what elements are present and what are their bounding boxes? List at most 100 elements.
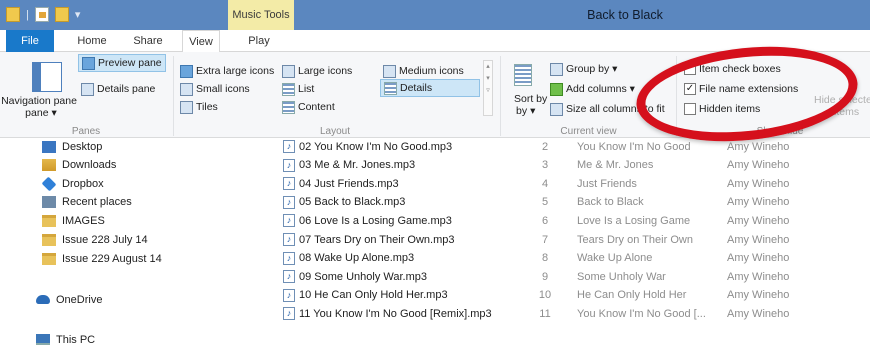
group-by-button[interactable]: Group by ▾ bbox=[550, 60, 617, 78]
file-name: 02 You Know I'm No Good.mp3 bbox=[299, 140, 453, 153]
properties-icon[interactable] bbox=[34, 7, 49, 22]
tiles-label: Tiles bbox=[196, 101, 218, 113]
navigation-pane-dropdown[interactable]: pane ▾ bbox=[6, 106, 76, 120]
tiles-option[interactable]: Tiles bbox=[180, 98, 218, 116]
add-columns-button[interactable]: Add columns ▾ bbox=[550, 80, 635, 98]
add-columns-label: Add columns ▾ bbox=[566, 83, 635, 95]
content-option[interactable]: Content bbox=[282, 98, 335, 116]
file-name-cell: ♪ 05 Back to Black.mp3 bbox=[283, 195, 405, 209]
hide-selected-items-button[interactable]: Hide selected bbox=[814, 94, 870, 106]
table-row[interactable]: ♪ 08 Wake Up Alone.mp3 8 Wake Up Alone Am… bbox=[270, 250, 870, 267]
track-number: 11 bbox=[539, 307, 551, 320]
layout-gallery-scroll[interactable]: ▴ ▾ ▿ bbox=[483, 60, 493, 116]
nav-item-recent-places[interactable]: Recent places bbox=[42, 193, 132, 210]
table-row[interactable]: ♪ 03 Me & Mr. Jones.mp3 3 Me & Mr. Jones … bbox=[270, 157, 870, 174]
nav-item-issue-228[interactable]: Issue 228 July 14 bbox=[42, 231, 148, 248]
file-name: 04 Just Friends.mp3 bbox=[299, 177, 399, 190]
large-icons-option[interactable]: Large icons bbox=[282, 62, 352, 80]
track-number: 4 bbox=[541, 177, 549, 190]
small-icons-label: Small icons bbox=[196, 83, 250, 95]
dropbox-icon bbox=[41, 176, 57, 191]
tab-view[interactable]: View bbox=[182, 30, 220, 53]
nav-item-onedrive[interactable]: OneDrive bbox=[36, 291, 102, 308]
details-view-option[interactable]: Details bbox=[380, 79, 480, 97]
separator: | bbox=[26, 8, 29, 21]
hidden-items-label: Hidden items bbox=[699, 103, 761, 115]
track-title: Me & Mr. Jones bbox=[577, 159, 654, 172]
table-row[interactable]: ♪ 06 Love Is a Losing Game.mp3 6 Love Is … bbox=[270, 212, 870, 229]
medium-icons-option[interactable]: Medium icons bbox=[383, 62, 464, 80]
item-check-boxes-checkbox[interactable] bbox=[684, 63, 696, 75]
item-check-boxes-label: Item check boxes bbox=[699, 63, 781, 75]
music-file-icon: ♪ bbox=[283, 177, 295, 191]
nav-item-label: OneDrive bbox=[56, 293, 103, 306]
file-name: 09 Some Unholy War.mp3 bbox=[299, 270, 427, 283]
track-title: Tears Dry on Their Own bbox=[577, 233, 693, 246]
content-label: Content bbox=[298, 101, 335, 113]
new-folder-icon[interactable] bbox=[54, 7, 69, 22]
window-title: Back to Black bbox=[587, 8, 663, 22]
navigation-pane-label: pane bbox=[25, 107, 49, 119]
tab-play[interactable]: Play bbox=[234, 30, 284, 52]
small-icons-option[interactable]: Small icons bbox=[180, 80, 250, 98]
tab-share[interactable]: Share bbox=[126, 30, 170, 52]
size-all-columns-button[interactable]: Size all columns to fit bbox=[550, 100, 665, 118]
extra-large-icons-option[interactable]: Extra large icons bbox=[180, 62, 274, 80]
track-number: 7 bbox=[541, 233, 549, 246]
track-title: Back to Black bbox=[577, 196, 644, 209]
nav-item-images[interactable]: IMAGES bbox=[42, 212, 105, 229]
divider bbox=[500, 56, 501, 136]
sort-by-dropdown[interactable]: by ▾ bbox=[516, 104, 535, 118]
table-row[interactable]: ♪ 05 Back to Black.mp3 5 Back to Black Am… bbox=[270, 194, 870, 211]
track-title: Wake Up Alone bbox=[577, 252, 653, 265]
divider bbox=[173, 56, 174, 136]
nav-item-desktop[interactable]: Desktop bbox=[42, 138, 102, 155]
preview-pane-button[interactable]: Preview pane bbox=[78, 54, 166, 72]
details-pane-button[interactable]: Details pane bbox=[81, 80, 155, 98]
file-name-cell: ♪ 11 You Know I'm No Good [Remix].mp3 bbox=[283, 307, 492, 321]
hidden-items-checkbox[interactable] bbox=[684, 103, 696, 115]
nav-item-this-pc[interactable]: This PC bbox=[36, 331, 95, 345]
nav-item-dropbox[interactable]: Dropbox bbox=[41, 175, 104, 192]
track-artist: Amy Wineho bbox=[727, 177, 790, 190]
nav-item-label: This PC bbox=[56, 333, 96, 345]
file-list: ♪ 02 You Know I'm No Good.mp3 2 You Know … bbox=[270, 138, 870, 345]
file-name-cell: ♪ 04 Just Friends.mp3 bbox=[283, 177, 399, 191]
navigation-pane-icon[interactable] bbox=[32, 62, 62, 92]
details-pane-label: Details pane bbox=[97, 83, 156, 95]
hide-selected-items-sub-label: items bbox=[834, 106, 860, 118]
list-option[interactable]: List bbox=[282, 80, 314, 98]
nav-item-downloads[interactable]: Downloads bbox=[42, 156, 116, 173]
music-file-icon: ♪ bbox=[283, 288, 295, 302]
file-name-cell: ♪ 08 Wake Up Alone.mp3 bbox=[283, 251, 414, 265]
details-view-label: Details bbox=[400, 82, 433, 94]
file-name: 07 Tears Dry on Their Own.mp3 bbox=[299, 233, 455, 246]
table-row[interactable]: ♪ 11 You Know I'm No Good [Remix].mp3 11 … bbox=[270, 305, 870, 322]
nav-item-issue-229[interactable]: Issue 229 August 14 bbox=[42, 250, 162, 267]
track-number: 9 bbox=[541, 270, 549, 283]
music-file-icon: ♪ bbox=[283, 195, 295, 209]
file-name: 11 You Know I'm No Good [Remix].mp3 bbox=[299, 307, 492, 320]
music-file-icon: ♪ bbox=[283, 307, 295, 321]
tab-home[interactable]: Home bbox=[68, 30, 116, 52]
table-row[interactable]: ♪ 09 Some Unholy War.mp3 9 Some Unholy Wa… bbox=[270, 268, 870, 285]
ribbon: Navigation pane pane ▾ Preview pane Detai… bbox=[0, 52, 870, 138]
chevron-down-icon: ▾ bbox=[530, 105, 536, 117]
table-row[interactable]: ♪ 02 You Know I'm No Good.mp3 2 You Know … bbox=[270, 138, 870, 155]
table-row[interactable]: ♪ 10 He Can Only Hold Her.mp3 10 He Can O… bbox=[270, 287, 870, 304]
nav-item-label: Issue 229 August 14 bbox=[62, 252, 162, 265]
add-columns-icon bbox=[550, 82, 563, 96]
file-name-extensions-toggle[interactable]: ✓ File name extensions bbox=[684, 80, 798, 98]
hidden-items-toggle[interactable]: Hidden items bbox=[684, 100, 760, 118]
title-bar: | ▾ Music Tools Back to Black bbox=[0, 0, 870, 30]
tab-file[interactable]: File bbox=[6, 30, 54, 52]
track-artist: Amy Wineho bbox=[727, 214, 790, 227]
table-row[interactable]: ♪ 04 Just Friends.mp3 4 Just Friends Amy … bbox=[270, 175, 870, 192]
customize-qat-icon[interactable]: ▾ bbox=[75, 8, 81, 21]
folder-icon[interactable] bbox=[6, 7, 20, 22]
nav-item-label: Recent places bbox=[62, 195, 132, 208]
item-check-boxes-toggle[interactable]: Item check boxes bbox=[684, 60, 781, 78]
checkmark-icon[interactable]: ✓ bbox=[684, 83, 696, 95]
table-row[interactable]: ♪ 07 Tears Dry on Their Own.mp3 7 Tears D… bbox=[270, 231, 870, 248]
preview-pane-label: Preview pane bbox=[98, 57, 162, 69]
